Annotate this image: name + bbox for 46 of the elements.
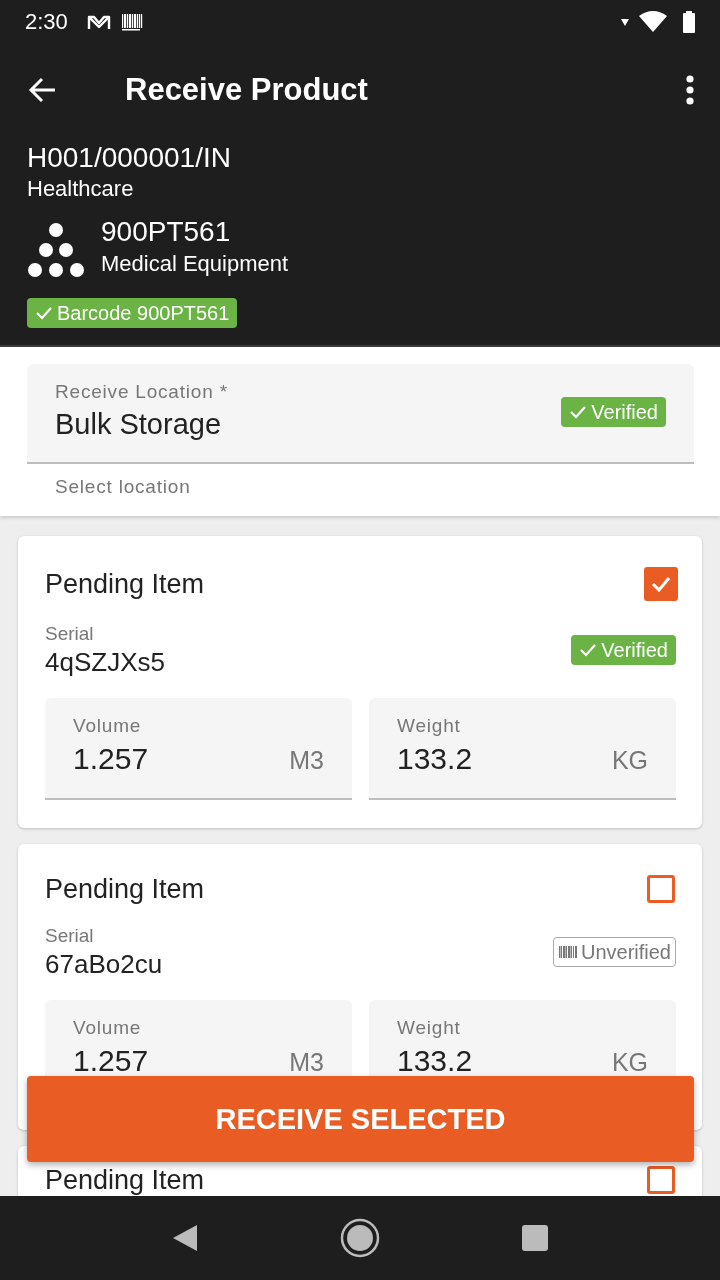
field-value: 133.2 (397, 1044, 473, 1078)
field-label: Weight (397, 714, 462, 738)
wifi-icon (638, 10, 668, 34)
serial-label: Serial (45, 622, 95, 646)
serial-number: 67aBo2cu (45, 948, 163, 980)
product-category: Medical Equipment (101, 250, 289, 278)
unit-label: KG (611, 1048, 648, 1077)
checkbox[interactable] (647, 875, 675, 903)
unit-label: KG (611, 746, 648, 775)
helper-text: Select location (54, 475, 192, 498)
status-time: 2:30 (25, 9, 68, 35)
dots-pyramid-icon (27, 222, 85, 280)
status-badge: Verified (561, 397, 666, 427)
home-nav-button[interactable] (340, 1218, 380, 1258)
field-value: 1.257 (73, 1044, 149, 1078)
field-label: Volume (73, 1016, 143, 1040)
more-icon (685, 75, 695, 105)
serial-label: Serial (45, 924, 95, 948)
field-label: Weight (397, 1016, 462, 1040)
status-badge: Unverified (552, 937, 676, 967)
square-icon (521, 1224, 550, 1252)
serial-number: 4qSZJXs5 (45, 646, 165, 678)
item-title: Pending Item (45, 1166, 205, 1194)
department: Healthcare (27, 175, 135, 203)
barcode-icon (119, 12, 144, 32)
checkbox[interactable] (644, 567, 678, 601)
field-value: 1.257 (73, 742, 149, 776)
item-title: Pending Item (45, 875, 205, 903)
item-title: Pending Item (45, 570, 205, 598)
status-badge: Verified (571, 635, 676, 665)
barcode-badge: Barcode 900PT561 (27, 298, 238, 328)
recents-nav-button[interactable] (521, 1224, 550, 1252)
signal-icon (620, 17, 630, 27)
screen-title: Receive Product (125, 72, 368, 108)
field-label: Volume (73, 714, 143, 738)
unit-label: M3 (289, 746, 324, 775)
battery-icon (682, 10, 696, 34)
product-code: 900PT561 (101, 215, 232, 249)
order-number: H001/000001/IN (27, 141, 232, 175)
field-label: Receive Location * (55, 380, 228, 404)
more-button[interactable] (685, 75, 695, 105)
field-value: 133.2 (397, 742, 473, 776)
unit-label: M3 (289, 1048, 324, 1077)
circle-icon (340, 1218, 380, 1258)
location-field[interactable]: Receive Location * Bulk Storage Verified (27, 364, 694, 464)
field-value: Bulk Storage (55, 407, 223, 442)
